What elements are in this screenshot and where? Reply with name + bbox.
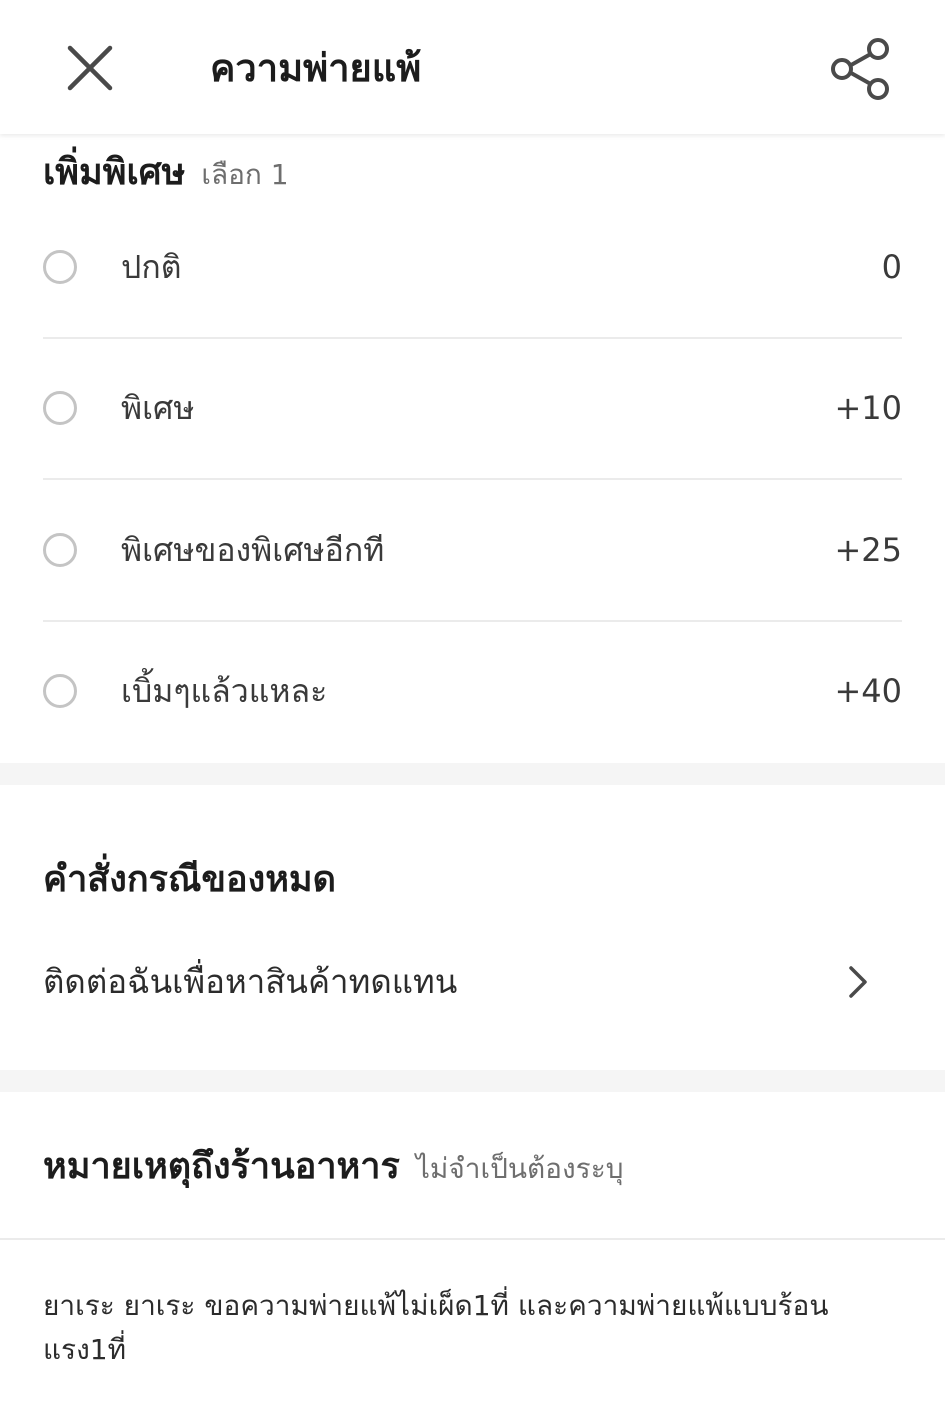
out-of-stock-selected: ติดต่อฉันเพื่อหาสินค้าทดแทน	[43, 962, 458, 1001]
option-price: 0	[881, 248, 902, 286]
option-row[interactable]: เบิ้มๆแล้วแหละ +40	[43, 622, 902, 763]
option-label: เบิ้มๆแล้วแหละ	[121, 672, 328, 710]
option-row[interactable]: พิเศษของพิเศษอีกที +25	[43, 481, 902, 622]
extra-section-title: เพิ่มพิเศษ	[43, 152, 186, 193]
close-button[interactable]	[60, 38, 120, 98]
radio-button[interactable]	[43, 674, 77, 708]
extra-section-subtitle: เลือก 1	[201, 158, 289, 191]
radio-button[interactable]	[43, 533, 77, 567]
share-icon	[831, 38, 889, 100]
option-price: +25	[834, 531, 902, 569]
chevron-right-icon	[849, 966, 867, 998]
option-label: พิเศษของพิเศษอีกที	[121, 531, 385, 569]
option-label: พิเศษ	[121, 389, 195, 427]
note-section-heading: หมายเหตุถึงร้านอาหาร ไม่จำเป็นต้องระบุ	[43, 1138, 624, 1198]
option-row[interactable]: พิเศษ +10	[43, 339, 902, 480]
close-icon	[67, 45, 113, 91]
note-section-title: หมายเหตุถึงร้านอาหาร	[43, 1146, 400, 1187]
option-label: ปกติ	[121, 248, 182, 286]
out-of-stock-title: คำสั่งกรณีของหมด	[43, 859, 337, 900]
option-price: +40	[834, 672, 902, 710]
extra-section-heading: เพิ่มพิเศษ เลือก 1	[43, 148, 289, 200]
note-textarea[interactable]: ยาเระ ยาเระ ขอความพ่ายแพ้ไม่เผ็ด1ที่ และ…	[43, 1284, 893, 1372]
section-divider	[0, 1070, 945, 1092]
option-row[interactable]: ปกติ 0	[43, 198, 902, 339]
divider	[0, 1238, 945, 1240]
page-title: ความพ่ายแพ้	[210, 46, 422, 90]
top-bar: ความพ่ายแพ้	[0, 0, 945, 134]
out-of-stock-option-row[interactable]: ติดต่อฉันเพื่อหาสินค้าทดแทน	[43, 950, 902, 1014]
radio-button[interactable]	[43, 250, 77, 284]
radio-button[interactable]	[43, 391, 77, 425]
share-button[interactable]	[828, 36, 894, 102]
section-divider	[0, 763, 945, 785]
option-price: +10	[834, 389, 902, 427]
note-section-subtitle: ไม่จำเป็นต้องระบุ	[415, 1152, 624, 1185]
